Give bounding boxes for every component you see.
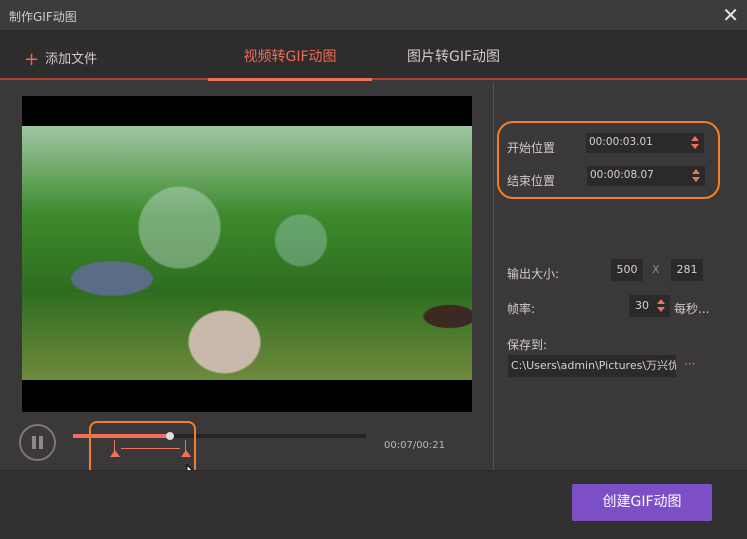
tab-image-to-gif[interactable]: 图片转GIF动图 — [407, 46, 500, 66]
browse-button[interactable]: ··· — [684, 357, 695, 371]
end-time-input[interactable]: 00:00:08.07 — [587, 166, 705, 186]
plus-icon: + — [24, 49, 40, 70]
fps-input[interactable]: 30 — [629, 295, 670, 317]
save-path-input[interactable]: C:\Users\admin\Pictures\万兴优 — [508, 355, 676, 377]
time-display: 00:07/00:21 — [384, 440, 446, 451]
start-label: 开始位置 — [507, 141, 556, 155]
fps-label: 帧率: — [507, 302, 536, 316]
height-input[interactable]: 281 — [671, 259, 703, 281]
create-gif-button[interactable]: 创建GIF动图 — [572, 484, 712, 521]
fps-value: 30 — [635, 299, 649, 312]
tab-video-to-gif[interactable]: 视频转GIF动图 — [208, 46, 372, 66]
fps-unit: 每秒... — [674, 302, 710, 316]
end-time-value: 00:00:08.07 — [590, 169, 654, 181]
spinner-icon[interactable] — [657, 299, 665, 313]
window-title: 制作GIF动图 — [9, 10, 77, 24]
save-label: 保存到: — [507, 338, 548, 352]
end-label: 结束位置 — [507, 174, 556, 188]
active-tab-indicator — [208, 78, 372, 81]
start-time-value: 00:00:03.01 — [589, 136, 653, 148]
title-bar — [0, 0, 747, 31]
add-file-label: 添加文件 — [45, 52, 98, 67]
video-frame — [22, 126, 472, 380]
start-time-input[interactable]: 00:00:03.01 — [586, 133, 704, 153]
spinner-icon[interactable] — [692, 169, 700, 183]
close-icon[interactable]: ✕ — [722, 3, 739, 27]
pause-button[interactable] — [19, 424, 56, 461]
spinner-icon[interactable] — [691, 136, 699, 150]
add-file-button[interactable]: + 添加文件 — [24, 48, 97, 70]
tab-bar: + 添加文件 视频转GIF动图 图片转GIF动图 — [0, 31, 747, 80]
size-label: 输出大小: — [507, 267, 560, 281]
width-input[interactable]: 500 — [611, 259, 643, 281]
panel-divider — [493, 82, 494, 470]
size-separator: X — [652, 263, 660, 276]
